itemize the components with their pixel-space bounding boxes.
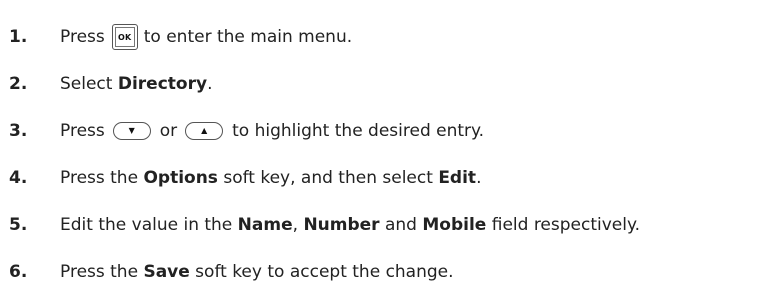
step-bold-term: Edit (438, 168, 477, 188)
step-text-part: Press the (60, 168, 144, 188)
step-number: 2. (9, 74, 28, 94)
step-text-part: soft key to accept the change. (189, 262, 454, 282)
step-text-part: Press (60, 27, 105, 47)
step-text-part: Press (60, 121, 105, 141)
step-bold-term: Save (143, 262, 190, 282)
step-text: Press ▼ or ▲ to highlight the desired en… (60, 121, 484, 141)
step-number: 3. (9, 121, 28, 141)
step-text-part: to enter the main menu. (143, 27, 353, 47)
step-number: 6. (9, 262, 28, 282)
step-text: Press OK to enter the main menu. (60, 24, 352, 50)
step-text: Edit the value in the Name , Number and … (60, 215, 640, 235)
step-bold-term: Directory (117, 74, 208, 94)
step-text-part: . (476, 168, 482, 188)
step-bold-term: Options (143, 168, 218, 188)
ok-key-icon: OK (111, 24, 138, 50)
step-number: 5. (9, 215, 28, 235)
up-arrow-key-icon: ▲ (185, 122, 224, 140)
step-number: 4. (9, 168, 28, 188)
step-number: 1. (9, 27, 28, 47)
step-text: Press the Save soft key to accept the ch… (60, 262, 454, 282)
step-text-part: and (379, 215, 423, 235)
step-text-part: Edit the value in the (60, 215, 238, 235)
step-text-part: , (292, 215, 304, 235)
step-text-part: Select (60, 74, 118, 94)
step-text-part: to highlight the desired entry. (232, 121, 485, 141)
step-bold-term: Mobile (422, 215, 487, 235)
step-text-part: . (207, 74, 213, 94)
step-text-part: Press the (60, 262, 144, 282)
step-text: Select Directory . (60, 74, 212, 94)
step-text-part: field respectively. (486, 215, 641, 235)
step-bold-term: Name (237, 215, 293, 235)
step-text: Press the Options soft key, and then sel… (60, 168, 481, 188)
step-text-part: soft key, and then select (217, 168, 439, 188)
step-bold-term: Number (303, 215, 380, 235)
down-arrow-key-icon: ▼ (112, 122, 151, 140)
step-text-part: or (159, 121, 178, 141)
